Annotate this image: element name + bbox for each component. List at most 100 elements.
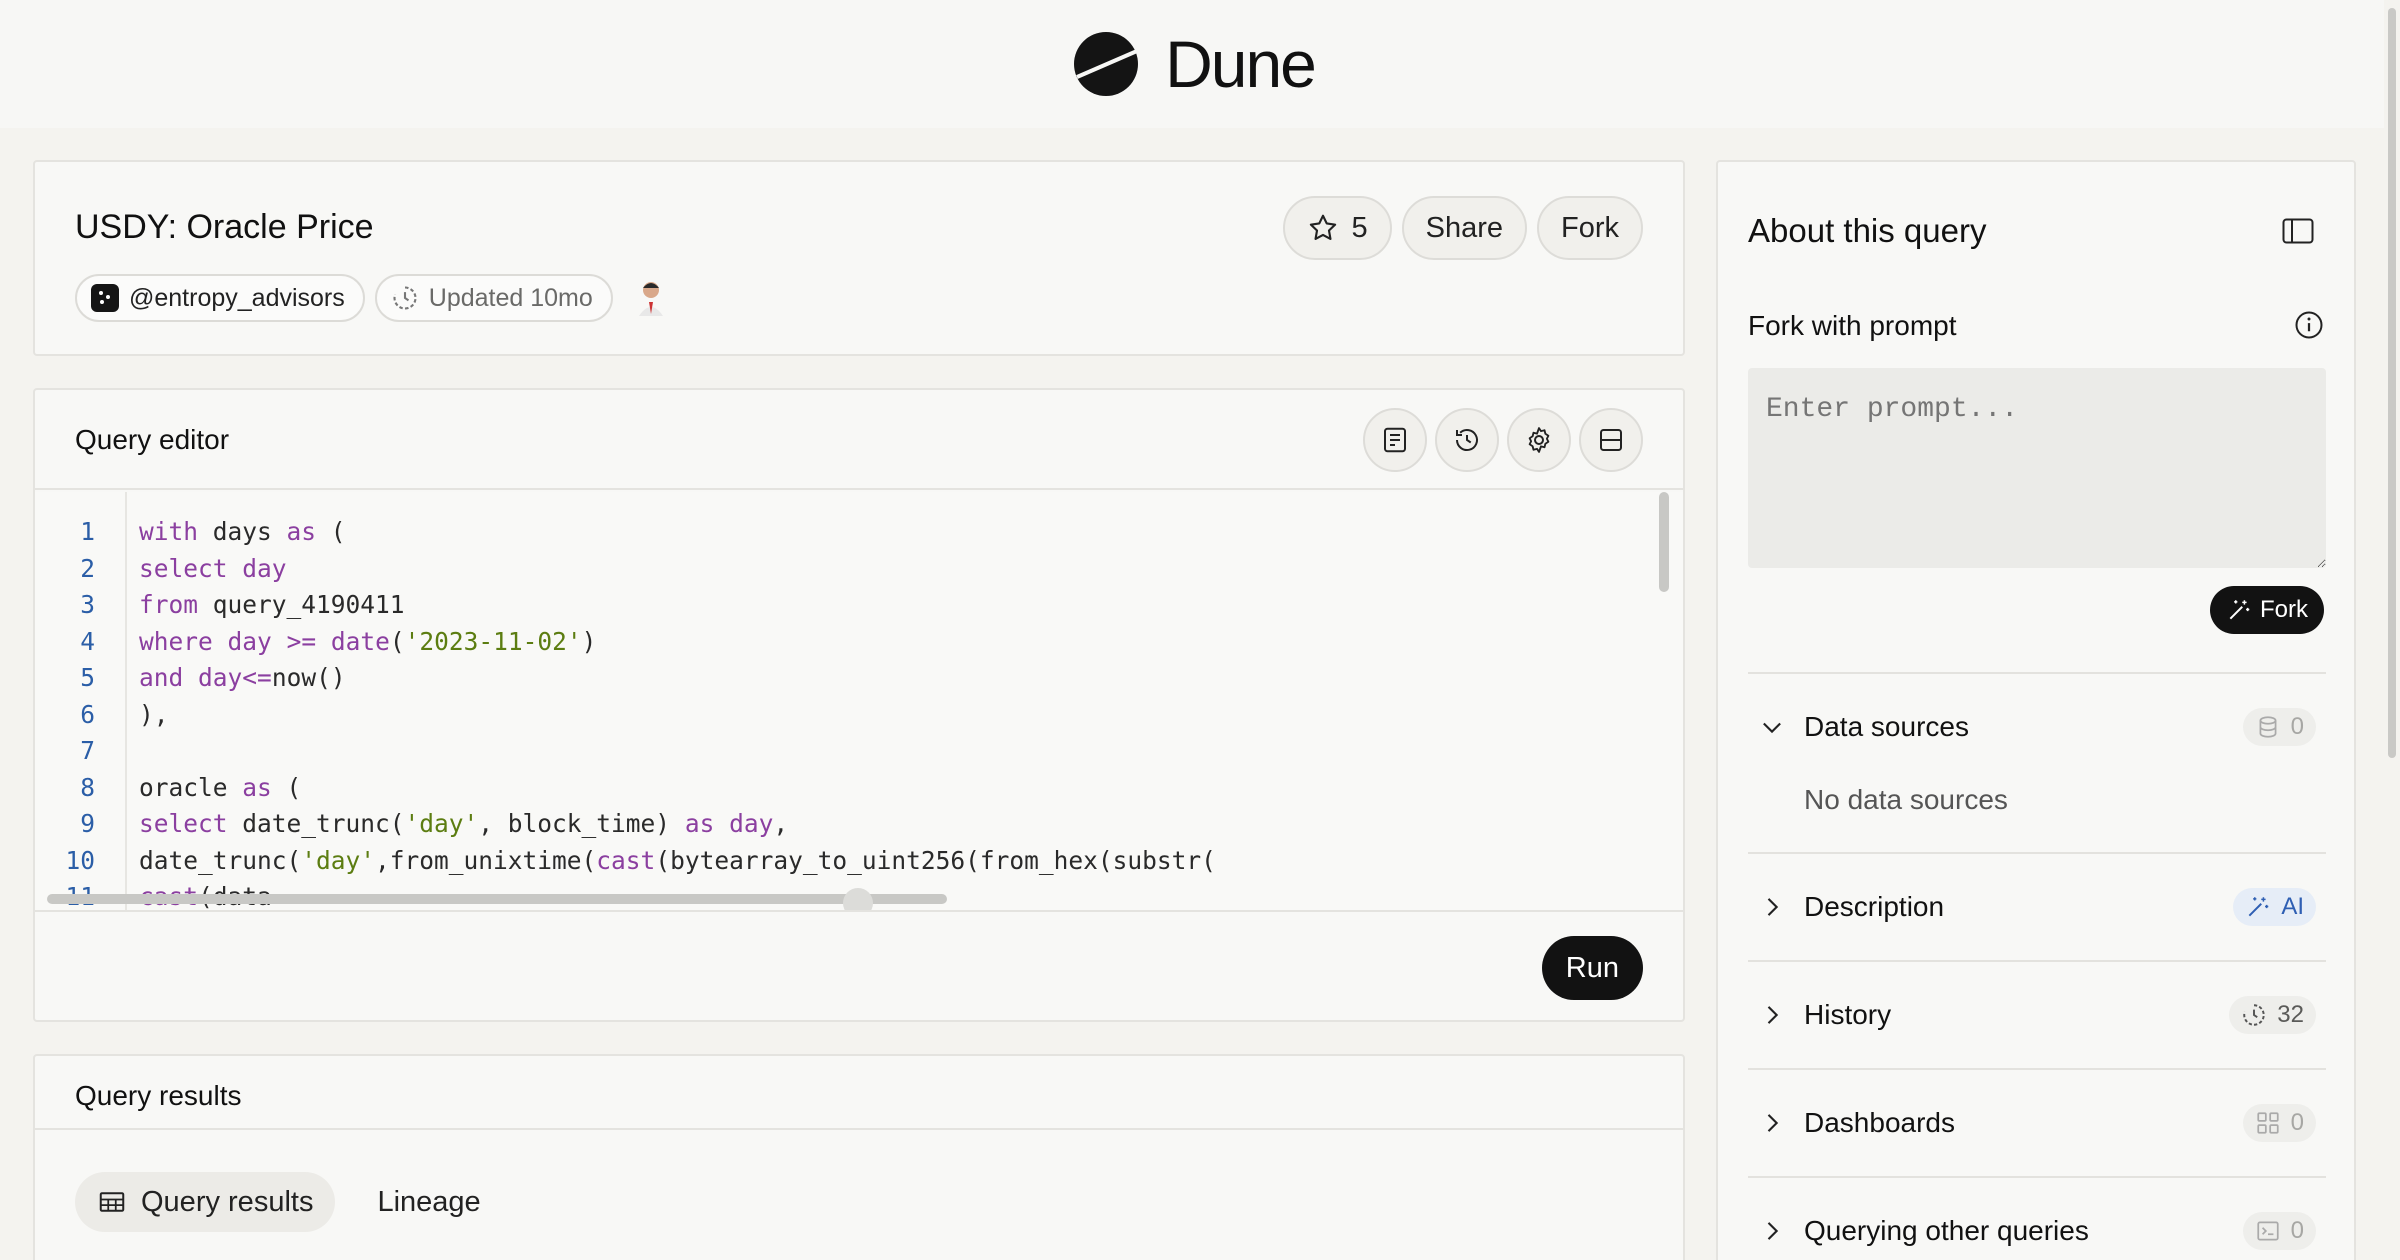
string-token: '2023-11-02': [404, 626, 582, 656]
keyword-token: where: [139, 626, 213, 656]
dashboard-grid-icon: [2257, 1112, 2279, 1134]
code-lines[interactable]: 1 with days as (2 select day 3 from query_41…: [35, 514, 1216, 910]
line-number: 4: [80, 626, 95, 656]
history-icon: [1456, 429, 1478, 452]
updated-chip: Updated 10mo: [374, 274, 613, 322]
page-scrollbar[interactable]: [2384, 0, 2400, 1260]
section-header[interactable]: Data sources 0: [1748, 700, 2326, 754]
query-meta: @entropy_advisors Updated 10mo: [75, 274, 669, 322]
editor-toolbar: [1363, 408, 1643, 472]
section-header[interactable]: History 32: [1748, 988, 2326, 1042]
fork-prompt-label: Fork with prompt: [1748, 310, 1957, 341]
results-tabs: Query results Lineage: [75, 1172, 503, 1232]
code-line[interactable]: 8 oracle as (: [35, 770, 1216, 807]
code-line[interactable]: 6),: [35, 697, 1216, 734]
code-token: ,: [773, 809, 789, 838]
chevron-right-icon: [1767, 1222, 1779, 1240]
chevron-down-icon: [1763, 722, 1781, 734]
magic-wand-icon: [2248, 897, 2269, 917]
fork-with-prompt-button[interactable]: Fork: [2210, 586, 2324, 634]
section-header[interactable]: Querying other queries 0: [1748, 1204, 2326, 1258]
line-number: 2: [80, 553, 95, 583]
keyword-token: day: [729, 809, 774, 838]
code-token: , block_time): [478, 809, 685, 838]
query-editor-card: Query editor 1 with days as (2 select day 3…: [33, 388, 1685, 1022]
keyword-token: day: [227, 626, 272, 656]
version-history-button[interactable]: [1435, 408, 1499, 472]
brand[interactable]: Dune: [1073, 26, 1317, 102]
code-line[interactable]: 9 select date_trunc('day', block_time) as…: [35, 806, 1216, 843]
keyword-token: and: [139, 663, 184, 692]
section-description: Description AI: [1748, 852, 2326, 960]
count-badge: 0: [2242, 708, 2316, 746]
run-button[interactable]: Run: [1541, 936, 1643, 1000]
chevron-right-icon: [1767, 898, 1779, 916]
section-label: Dashboards: [1804, 1107, 1955, 1138]
page-scrollbar-thumb[interactable]: [2388, 8, 2396, 758]
code-text: date_trunc('day',from_unixtime(cast(byte…: [95, 843, 1216, 880]
code-line[interactable]: 2 select day: [35, 551, 1216, 588]
code-line[interactable]: 5 and day<=now(): [35, 660, 1216, 697]
info-icon[interactable]: [2294, 310, 2324, 340]
contributor-avatar[interactable]: [633, 278, 669, 318]
code-text: with days as (: [95, 514, 346, 551]
dune-logo-icon: [1074, 32, 1139, 96]
code-token: (: [316, 517, 346, 546]
editor-horizontal-scrollbar[interactable]: [47, 894, 947, 904]
section-header[interactable]: Dashboards 0: [1748, 1096, 2326, 1150]
query-title: USDY: Oracle Price: [75, 208, 374, 246]
keyword-token: from: [139, 590, 199, 619]
code-text: from query_4190411: [95, 587, 405, 624]
editor-resize-handle[interactable]: [843, 888, 873, 910]
sidebar-toggle-icon[interactable]: [2282, 218, 2314, 244]
keyword-token: with: [139, 517, 199, 546]
code-token: (: [271, 772, 302, 802]
keyword-token: as: [286, 517, 317, 546]
code-line[interactable]: 4 where day >= date('2023-11-02'): [35, 624, 1216, 661]
code-token: now(): [271, 663, 346, 692]
code-text: ),: [95, 697, 169, 734]
code-token: query_4190411: [198, 590, 405, 619]
code-line[interactable]: 10 date_trunc('day',from_unixtime(cast(by…: [35, 843, 1216, 880]
team-logo-icon: [91, 284, 119, 312]
count-badge: 32: [2229, 996, 2316, 1034]
ai-badge[interactable]: AI: [2233, 888, 2316, 926]
section-label: Data sources: [1804, 711, 1969, 742]
format-query-button[interactable]: [1363, 408, 1427, 472]
section-header[interactable]: Description AI: [1748, 880, 2326, 934]
panel-title: About this query: [1748, 212, 1987, 249]
code-token: days: [198, 517, 287, 546]
code-token: ),: [139, 699, 169, 729]
code-text: and day<=now(): [95, 660, 346, 697]
keyword-token: >=: [286, 626, 317, 656]
code-line[interactable]: 7: [35, 733, 1216, 770]
code-text: oracle as (: [95, 770, 301, 807]
owner-chip[interactable]: @entropy_advisors: [75, 274, 365, 322]
code-token: (bytearray_to_uint256(from_hex(substr(: [655, 845, 1216, 875]
share-button[interactable]: Share: [1401, 196, 1527, 260]
fork-prompt-input[interactable]: [1748, 368, 2326, 568]
keyword-token: day: [242, 553, 287, 583]
code-text: select date_trunc('day', block_time) as …: [95, 806, 788, 843]
editor-footer: Run: [35, 910, 1683, 1024]
top-header: Dune: [0, 0, 2388, 128]
settings-button[interactable]: [1507, 408, 1571, 472]
fork-button[interactable]: Fork: [1537, 196, 1643, 260]
code-editor[interactable]: 1 with days as (2 select day 3 from query_41…: [35, 492, 1683, 910]
tab-lineage[interactable]: Lineage: [355, 1172, 502, 1232]
code-line[interactable]: 3 from query_4190411: [35, 587, 1216, 624]
panel-sections: Data sources 0 No data sources Descripti…: [1748, 672, 2326, 1260]
chevron-right-icon: [1767, 1114, 1779, 1132]
tab-query-results[interactable]: Query results: [75, 1172, 336, 1232]
star-button[interactable]: 5: [1283, 196, 1392, 260]
about-query-panel: About this query Fork with prompt Fork D…: [1716, 160, 2356, 1260]
editor-vertical-scrollbar[interactable]: [1659, 492, 1669, 592]
code-line[interactable]: 1 with days as (: [35, 514, 1216, 551]
section-dashboards: Dashboards 0: [1748, 1068, 2326, 1176]
keyword-token: as: [242, 772, 272, 802]
split-layout-button[interactable]: [1579, 408, 1643, 472]
keyword-token: select: [139, 553, 228, 583]
